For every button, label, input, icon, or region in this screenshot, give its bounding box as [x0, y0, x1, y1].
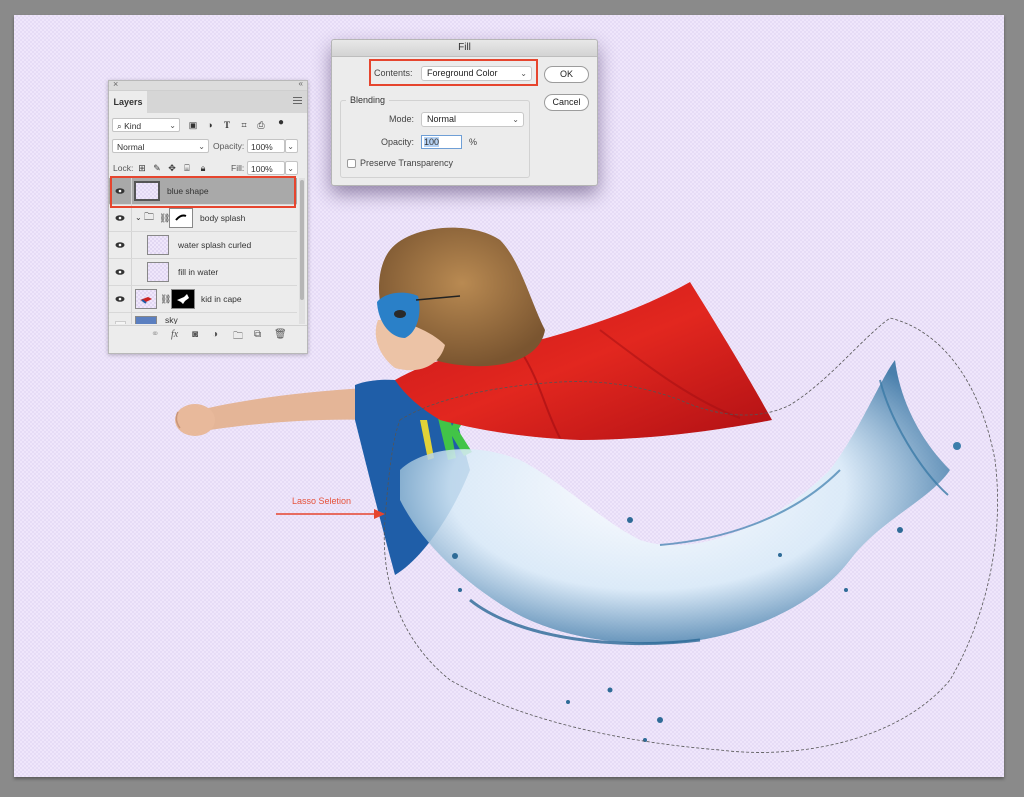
mode-select[interactable]: Normal ⌄ [421, 112, 524, 127]
layer-thumbnail [134, 181, 160, 201]
chevron-down-icon: ⌄ [520, 69, 527, 78]
image-filter-icon[interactable]: ▣ [187, 119, 199, 131]
visibility-toggle-empty[interactable] [115, 321, 126, 324]
blend-mode-select[interactable]: Normal ⌄ [112, 139, 209, 153]
lock-position-icon[interactable]: ✥ [166, 162, 178, 174]
folder-icon: 🗀︎ [144, 212, 154, 223]
kid-head [375, 227, 545, 371]
filter-toggle-icon[interactable]: ● [275, 117, 287, 129]
group-mask-thumbnail [169, 208, 193, 228]
adjustment-layer-icon[interactable]: ◑ [212, 329, 218, 340]
layer-filter-select[interactable]: ⌕ Kind ⌄ [112, 118, 180, 132]
layer-row-body-splash[interactable]: ⌄ 🗀︎ ⛓︎ body splash [109, 205, 297, 232]
layers-panel[interactable]: × « Layers ⌕ Kind ⌄ ▣ ◑ T ⌗ ⎙ ● Normal ⌄… [108, 79, 308, 354]
fill-dropdown[interactable]: ⌄ [285, 161, 298, 175]
group-expand-chevron-icon[interactable]: ⌄ [135, 205, 142, 231]
layer-mask-thumbnail [171, 289, 195, 309]
lock-label: Lock: [113, 163, 134, 173]
fill-dialog[interactable]: Fill Contents: Foreground Color ⌄ OK Can… [331, 39, 598, 186]
lock-artboard-icon[interactable]: ⌸ [181, 162, 193, 174]
close-icon[interactable]: × [113, 79, 118, 89]
lasso-annotation-label: Lasso Seletion [292, 496, 352, 506]
visibility-eye-icon[interactable] [115, 240, 125, 250]
fill-input[interactable]: 100% [247, 161, 285, 175]
chevron-down-icon: ⌄ [169, 121, 176, 130]
layer-row-water-splash-curled[interactable]: water splash curled [109, 232, 297, 259]
chevron-down-icon: ⌄ [512, 115, 519, 124]
preserve-transparency-checkbox[interactable] [347, 159, 356, 168]
ok-button[interactable]: OK [544, 66, 589, 83]
opacity-input[interactable]: 100 [421, 135, 462, 149]
chevron-down-icon: ⌄ [287, 142, 294, 151]
layers-panel-footer: ⚭ fx ◙ ◑ 🗀︎ ⧉ 🗑︎ [109, 325, 307, 346]
lock-all-icon[interactable]: 🔒︎ [197, 162, 209, 174]
contents-label: Contents: [374, 68, 413, 78]
visibility-eye-icon[interactable] [115, 213, 125, 223]
opacity-dropdown[interactable]: ⌄ [285, 139, 298, 153]
add-mask-icon[interactable]: ◙ [192, 329, 198, 340]
preserve-transparency-label: Preserve Transparency [360, 158, 454, 168]
lock-transparent-icon[interactable]: ⊞ [136, 162, 148, 174]
opacity-label: Opacity: [213, 141, 245, 151]
kid-arm [175, 388, 372, 436]
trash-icon[interactable]: 🗑︎ [274, 329, 287, 340]
layer-thumbnail [147, 262, 169, 282]
layer-thumbnail [135, 316, 157, 324]
lock-image-icon[interactable]: ✎ [151, 162, 163, 174]
collapse-icon[interactable]: « [299, 79, 303, 88]
search-icon: ⌕ [117, 121, 122, 131]
tab-layers[interactable]: Layers [109, 91, 147, 113]
visibility-eye-icon[interactable] [115, 186, 125, 196]
shape-filter-icon[interactable]: ⌗ [238, 119, 250, 131]
layers-scrollbar[interactable] [299, 178, 305, 324]
cancel-button[interactable]: Cancel [544, 94, 589, 111]
contents-select[interactable]: Foreground Color ⌄ [421, 66, 532, 81]
link-layers-icon[interactable]: ⚭ [151, 329, 159, 340]
annotation-arrow [276, 509, 385, 519]
fill-label: Fill: [231, 163, 245, 173]
new-group-icon[interactable]: 🗀︎ [233, 329, 243, 346]
layer-row-sky[interactable]: sky [109, 313, 297, 324]
dialog-title: Fill [332, 40, 597, 57]
layer-row-blue-shape[interactable]: blue shape [109, 178, 297, 205]
visibility-eye-icon[interactable] [115, 294, 125, 304]
layer-list[interactable]: blue shape ⌄ 🗀︎ ⛓︎ body splash water spl… [109, 178, 297, 324]
chevron-down-icon: ⌄ [287, 164, 294, 173]
layer-row-kid-in-cape[interactable]: ⛓︎ kid in cape [109, 286, 297, 313]
panel-title-bar[interactable]: × « [109, 79, 307, 91]
adjustment-filter-icon[interactable]: ◑ [204, 119, 216, 131]
mode-label: Mode: [389, 114, 415, 124]
fx-icon[interactable]: fx [171, 329, 178, 340]
opacity-input[interactable]: 100% [247, 139, 285, 153]
new-layer-icon[interactable]: ⧉ [254, 329, 261, 340]
panel-menu-icon[interactable] [293, 97, 302, 106]
smart-object-filter-icon[interactable]: ⎙ [255, 119, 267, 131]
layer-thumbnail [135, 289, 157, 309]
blending-label: Blending [346, 94, 390, 106]
type-filter-icon[interactable]: T [221, 119, 233, 131]
percent-unit: % [469, 137, 478, 147]
layer-row-fill-in-water[interactable]: fill in water [109, 259, 297, 286]
layer-thumbnail [147, 235, 169, 255]
chevron-down-icon: ⌄ [198, 142, 205, 151]
visibility-eye-icon[interactable] [115, 267, 125, 277]
opacity-label: Opacity: [381, 137, 415, 147]
